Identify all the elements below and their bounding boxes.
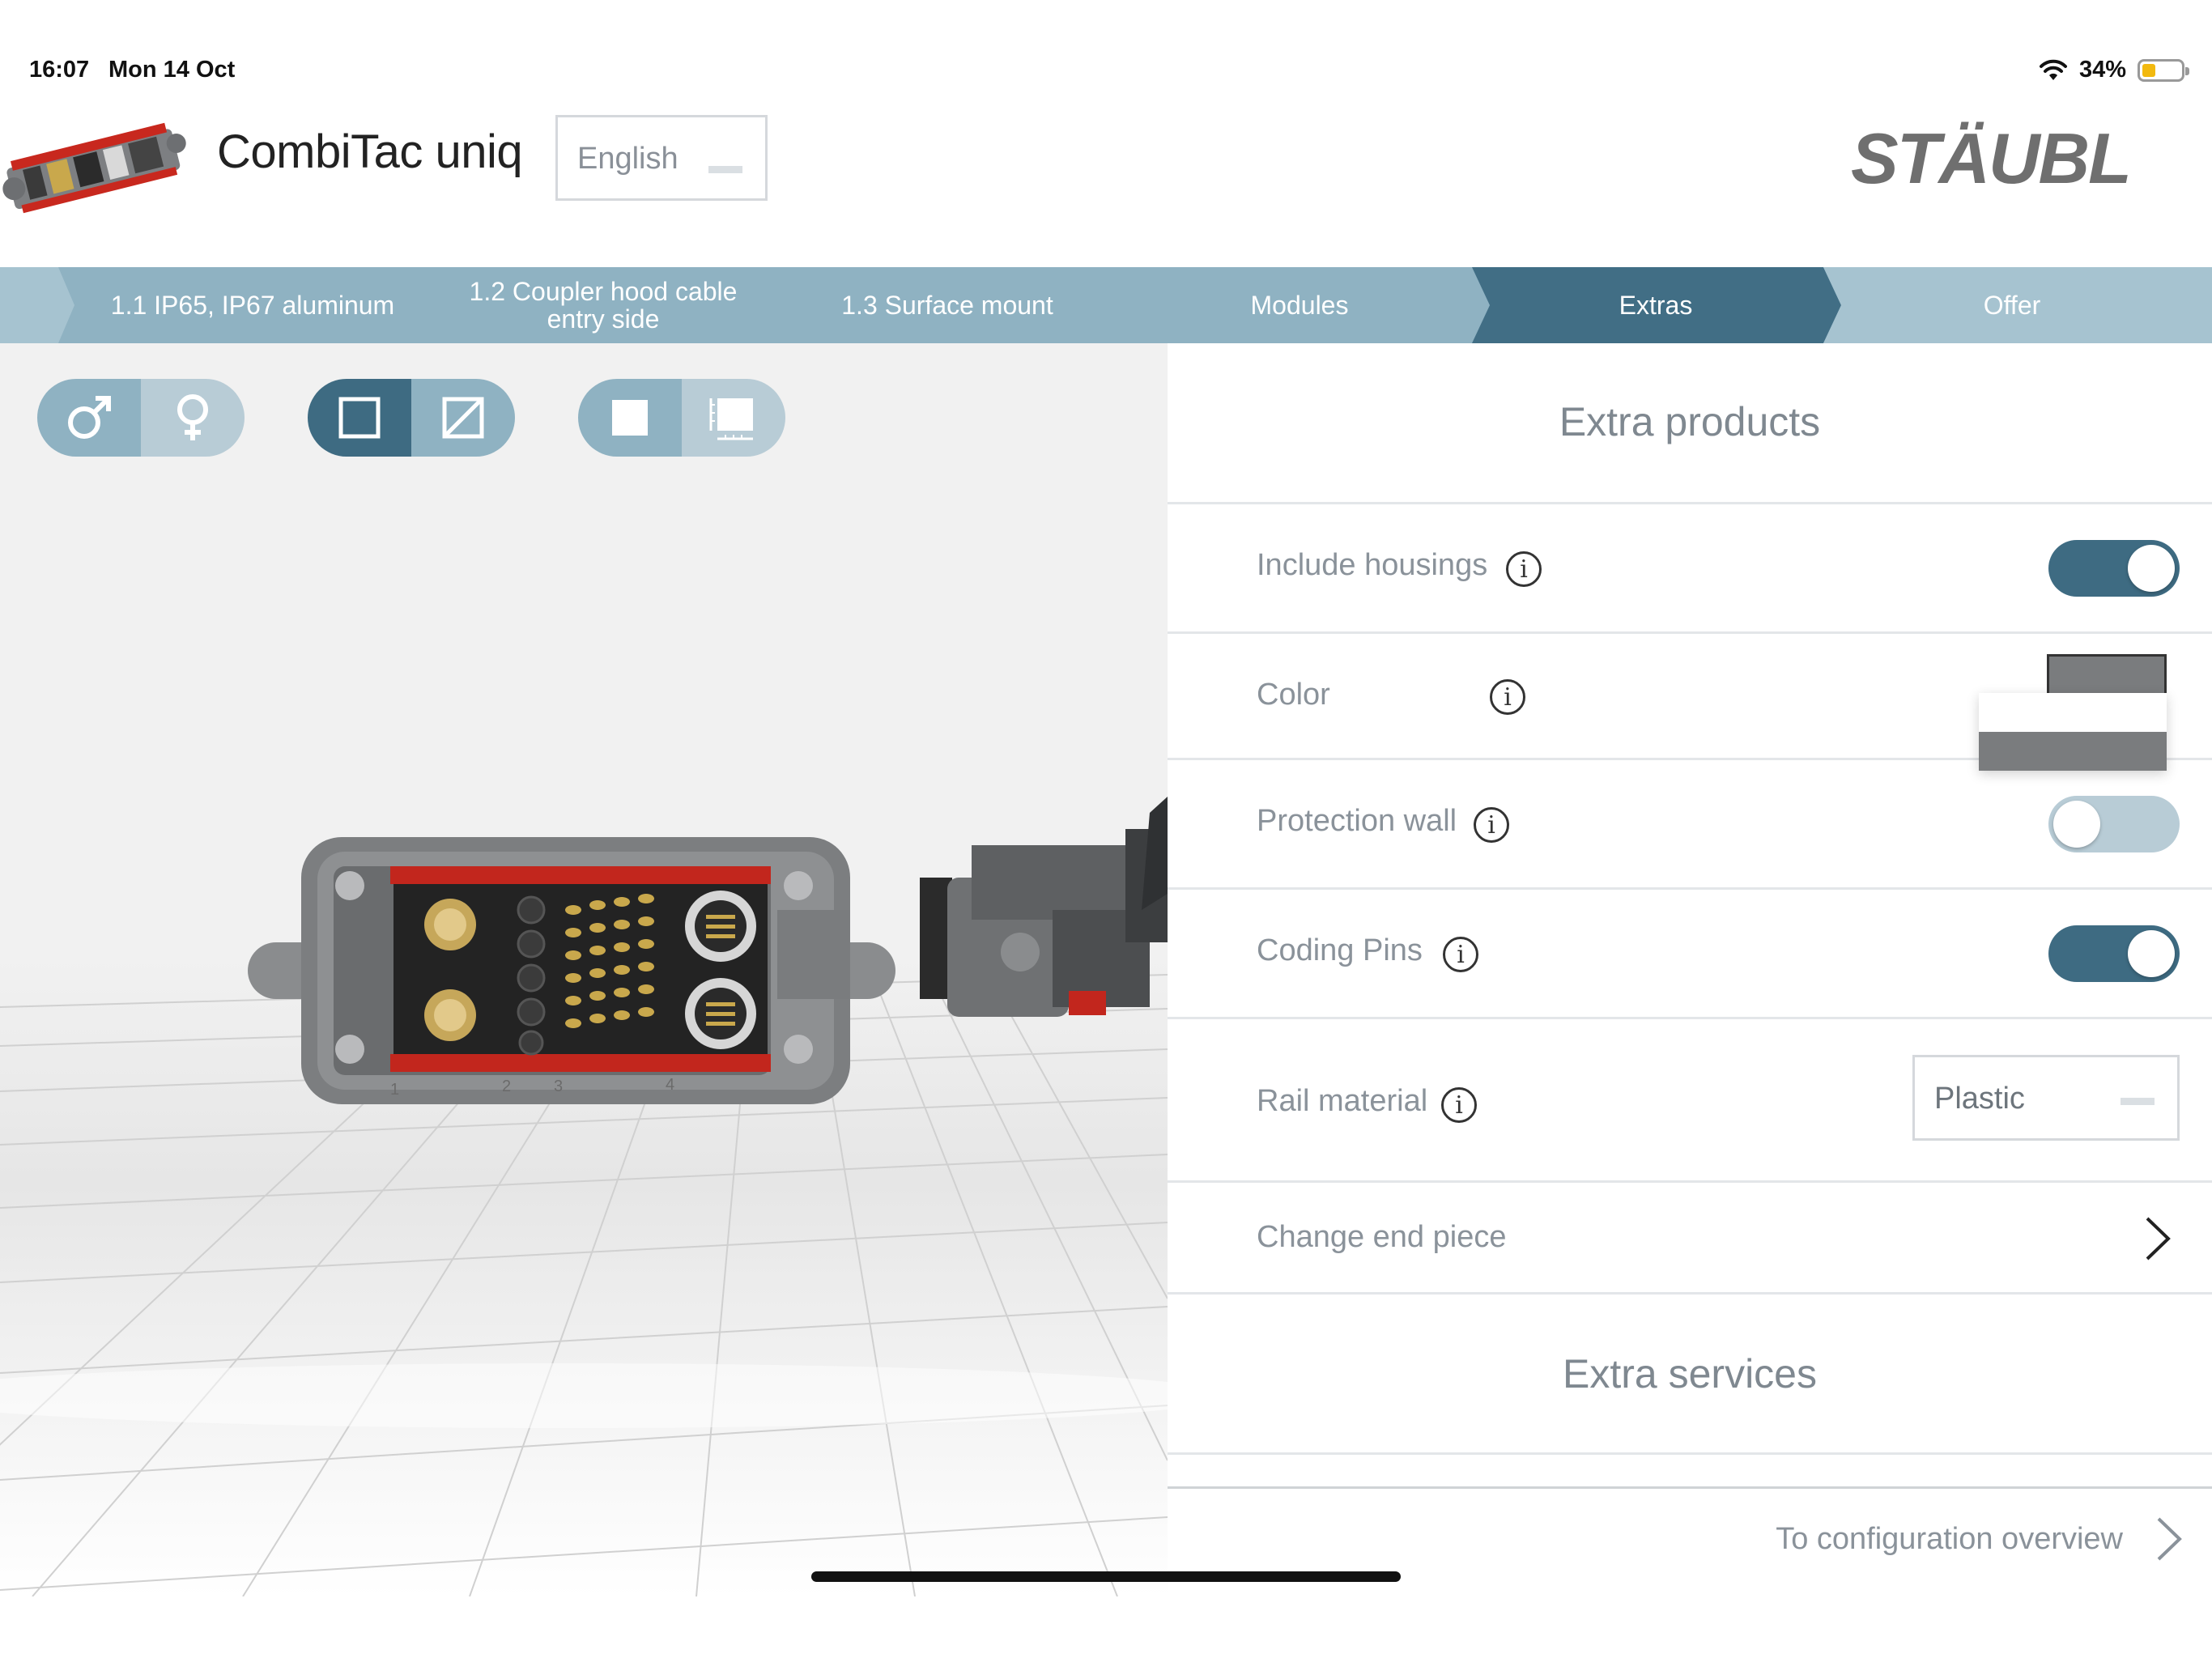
female-view-button[interactable] (141, 379, 245, 457)
step-surface-mount[interactable]: 1.3 Surface mount (777, 267, 1117, 343)
svg-text:STÄUBLI: STÄUBLI (1851, 118, 2129, 198)
chevron-right-icon[interactable] (2155, 1516, 2183, 1562)
color-option-white[interactable] (1979, 693, 2167, 732)
frameless-view-button[interactable] (411, 379, 515, 457)
step-coupler-hood[interactable]: 1.2 Coupler hood cable entry side (437, 267, 769, 343)
square-slash-icon (442, 397, 484, 439)
square-ruler-icon (709, 398, 753, 440)
home-indicator[interactable] (811, 1571, 1401, 1582)
dimension-view-button[interactable] (682, 379, 785, 457)
app-header: CombiTac uniq English STÄUBLI (0, 105, 2212, 267)
side-connector (920, 797, 1168, 1017)
step-extras[interactable]: Extras (1490, 267, 1822, 343)
step-offer[interactable]: Offer (1846, 267, 2178, 343)
rail-material-label: Rail material (1257, 1084, 1428, 1118)
toggle-knob (2128, 930, 2175, 977)
app-title: CombiTac uniq (217, 125, 523, 178)
include-housings-toggle[interactable] (2048, 540, 2180, 597)
status-bar: 16:07 Mon 14 Oct 34% (0, 57, 2212, 105)
battery-icon (2138, 58, 2189, 82)
row-protection-wall: Protection wall i (1168, 760, 2212, 890)
square-icon (338, 397, 381, 439)
mount-toggle (578, 379, 785, 457)
status-date: Mon 14 Oct (108, 57, 236, 83)
info-icon[interactable]: i (1441, 1087, 1477, 1123)
divider (1168, 1452, 2212, 1455)
language-select[interactable]: English (555, 115, 768, 201)
info-icon[interactable]: i (1474, 807, 1509, 843)
protection-wall-toggle[interactable] (2048, 796, 2180, 852)
extra-products-title: Extra products (1559, 399, 1821, 444)
change-end-piece-label: Change end piece (1257, 1220, 1507, 1254)
filled-square-icon (612, 400, 648, 436)
row-change-end-piece[interactable]: Change end piece (1168, 1183, 2212, 1295)
row-rail-material: Rail material i Plastic (1168, 1019, 2212, 1183)
color-option-grey[interactable] (1979, 732, 2167, 771)
color-label: Color (1257, 678, 1330, 712)
coding-pins-toggle[interactable] (2048, 925, 2180, 982)
protection-wall-label: Protection wall (1257, 804, 1457, 838)
rail-material-select[interactable]: Plastic (1912, 1055, 2180, 1141)
marking-2: 2 (502, 1078, 511, 1095)
include-housings-label: Include housings (1257, 548, 1488, 582)
brand-logo: STÄUBLI (1851, 118, 2129, 198)
marking-3: 3 (554, 1078, 563, 1095)
color-swatch-selected[interactable] (2047, 654, 2167, 696)
step-ip65-aluminum[interactable]: 1.1 IP65, IP67 aluminum (74, 267, 431, 343)
dropdown-indicator-icon (2121, 1098, 2155, 1105)
divider (1168, 1486, 2212, 1489)
toggle-knob (2053, 801, 2100, 848)
configuration-overview-link[interactable]: To configuration overview (1776, 1522, 2123, 1557)
frame-view-button[interactable] (308, 379, 411, 457)
row-include-housings: Include housings i (1168, 504, 2212, 634)
language-value: English (577, 142, 678, 176)
male-symbol-icon (68, 396, 111, 439)
connector-housing: 1 2 3 4 (248, 837, 895, 1104)
info-icon[interactable]: i (1506, 551, 1542, 587)
male-view-button[interactable] (37, 379, 141, 457)
info-icon[interactable]: i (1443, 937, 1478, 972)
battery-percent: 34% (2078, 57, 2126, 83)
coding-pins-label: Coding Pins (1257, 933, 1423, 967)
toggle-knob (2128, 545, 2175, 592)
row-coding-pins: Coding Pins i (1168, 890, 2212, 1019)
step-modules[interactable]: Modules (1134, 267, 1465, 343)
rail-material-value: Plastic (1934, 1082, 2025, 1116)
marking-4: 4 (666, 1076, 674, 1094)
battery-fill (2142, 63, 2155, 77)
status-right: 34% (2039, 57, 2189, 83)
product-thumbnail (2, 122, 186, 214)
3d-scene: 1 2 3 4 (0, 797, 1168, 1596)
status-time: 16:07 (29, 57, 90, 83)
solid-view-button[interactable] (578, 379, 682, 457)
info-icon[interactable]: i (1490, 679, 1525, 715)
chevron-right-icon[interactable] (2144, 1215, 2172, 1262)
step-navigation: 1.1 IP65, IP67 aluminum 1.2 Coupler hood… (0, 267, 2212, 343)
extras-panel: Extra products Include housings i Color … (1168, 343, 2212, 1658)
female-symbol-icon (177, 394, 208, 440)
dropdown-indicator-icon (708, 166, 742, 173)
wifi-icon (2039, 59, 2067, 80)
3d-viewer[interactable]: 1 2 3 4 (0, 343, 1168, 1596)
marking-1: 1 (390, 1081, 399, 1099)
frame-toggle (308, 379, 515, 457)
color-dropdown (1979, 693, 2167, 771)
extra-services-title: Extra services (1563, 1351, 1817, 1397)
gender-toggle (37, 379, 245, 457)
